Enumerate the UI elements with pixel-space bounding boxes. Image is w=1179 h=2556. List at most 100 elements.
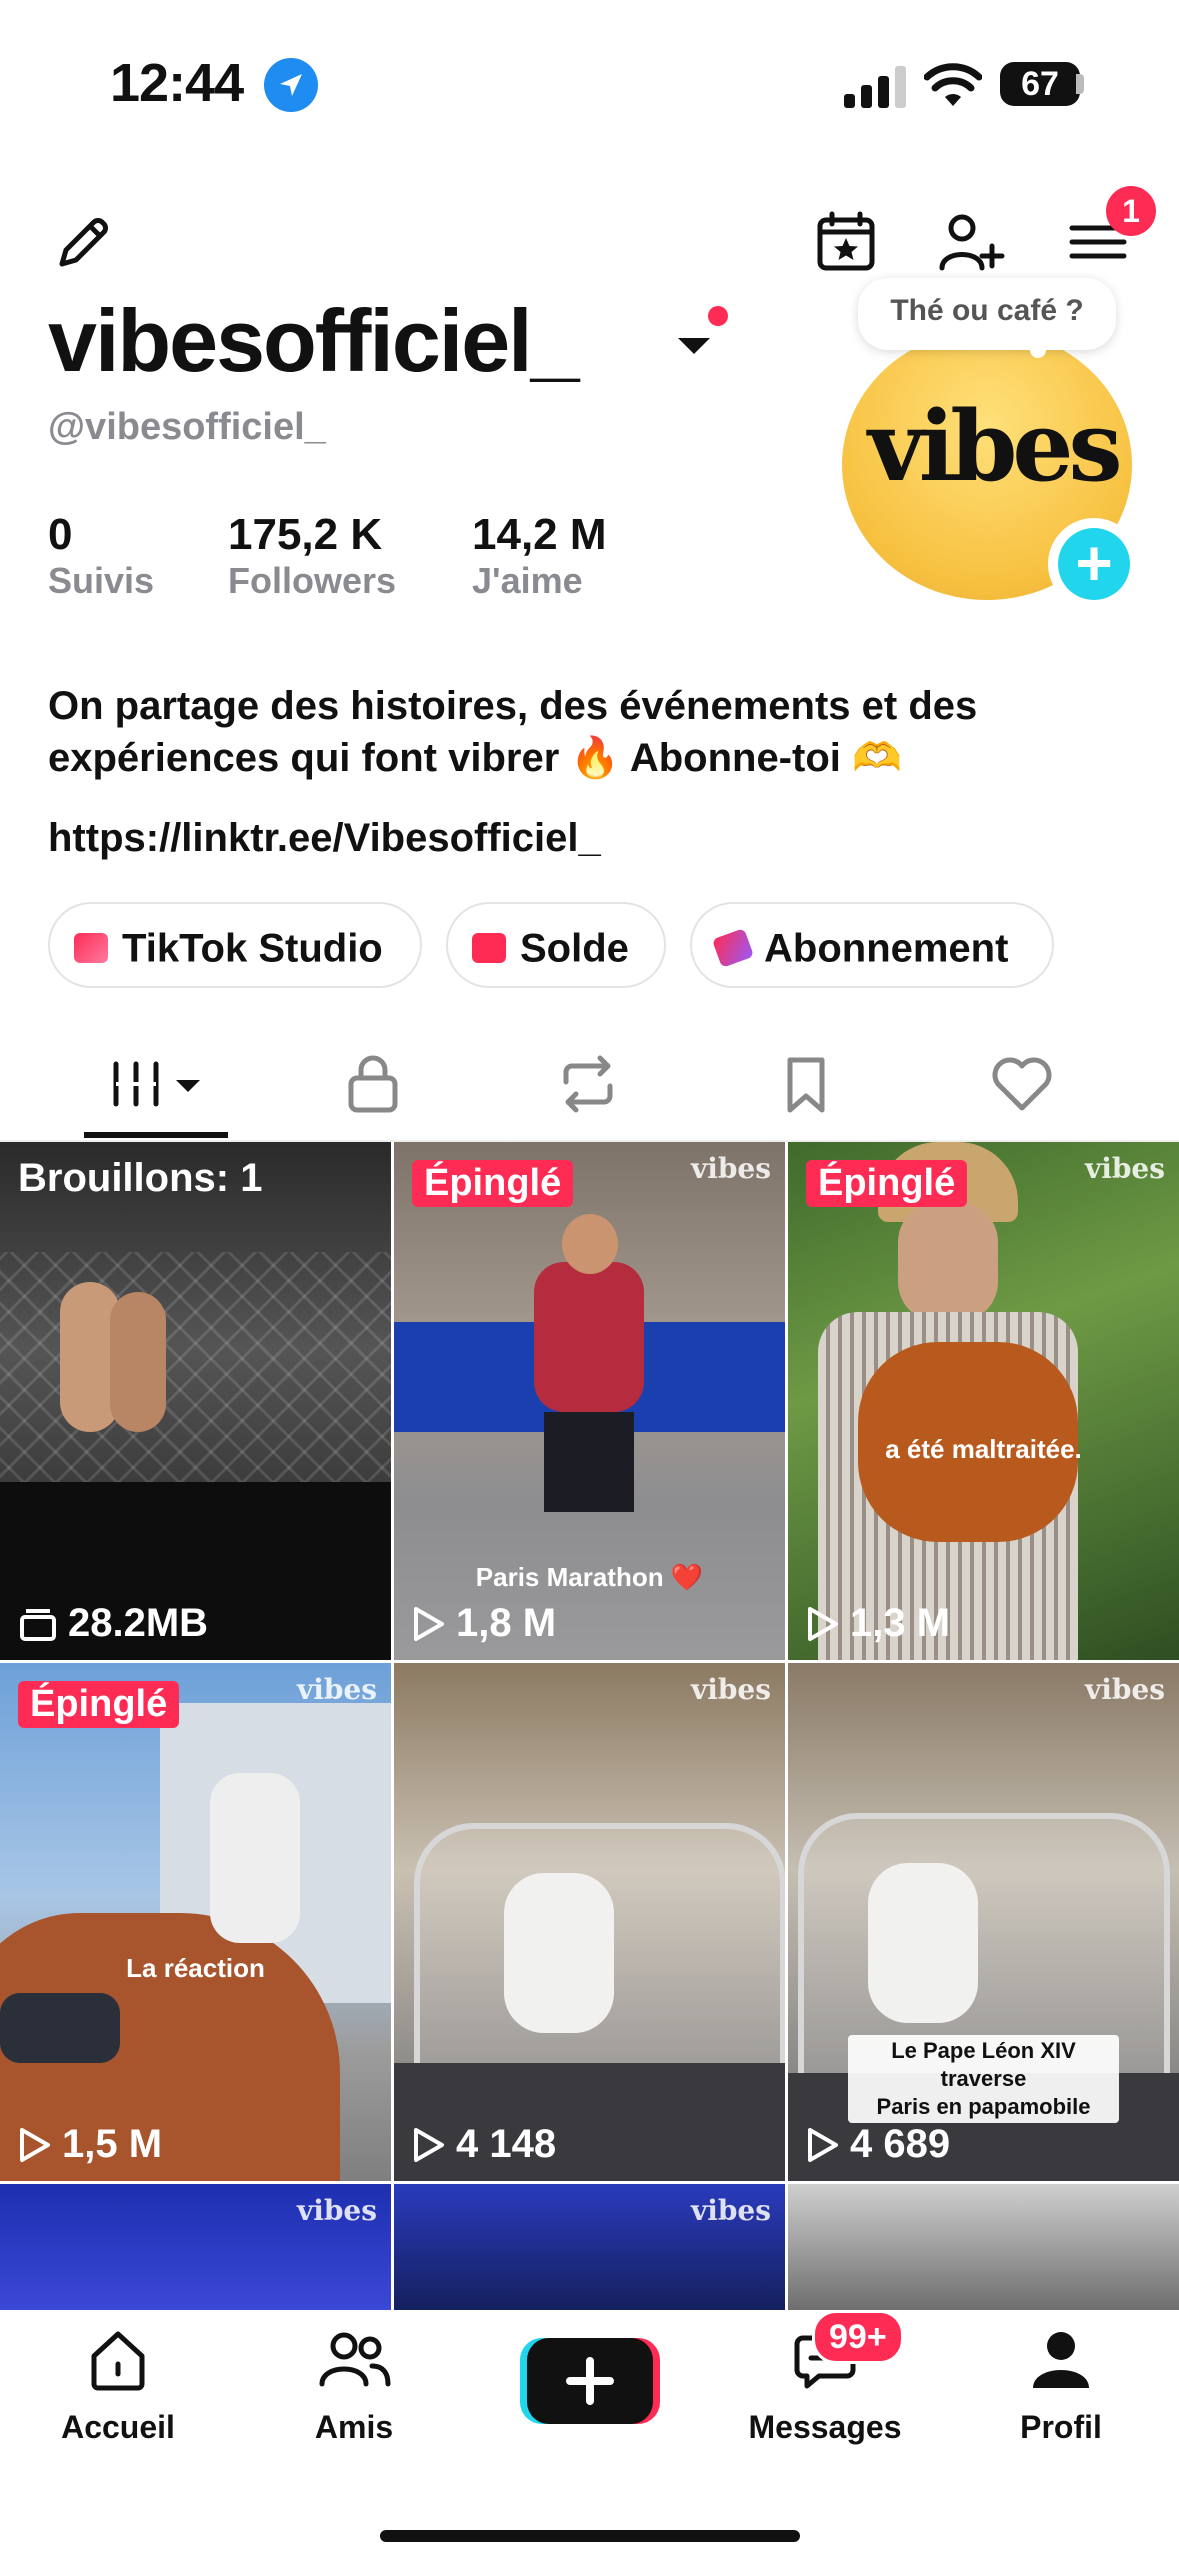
stat-likes-label: J'aime: [472, 560, 583, 601]
caption-line-2: Paris en papamobile: [876, 2094, 1091, 2119]
stat-following[interactable]: 0 Suivis: [48, 510, 154, 602]
balance-button[interactable]: Solde: [446, 902, 666, 988]
nav-messages-label: Messages: [748, 2409, 902, 2445]
active-tab-indicator: [84, 1132, 228, 1138]
nav-friends-label: Amis: [314, 2409, 394, 2445]
tab-liked-heart-icon[interactable]: [986, 1048, 1058, 1120]
tab-favorites-bookmark-icon[interactable]: [770, 1048, 842, 1120]
pinned-badge: Épinglé: [806, 1160, 968, 1207]
stat-followers-label: Followers: [228, 560, 397, 601]
video-tile[interactable]: vibes: [0, 2184, 391, 2310]
drafts-stack-icon: [20, 1608, 56, 1641]
bio-line-2: expériences qui font vibrer 🔥 Abonne-toi…: [48, 736, 902, 780]
battery-indicator: 67: [1000, 62, 1080, 106]
profile-handle: @vibesofficiel_: [48, 406, 326, 448]
video-tile[interactable]: vibes Le Pape Léon XIV traverse Paris en…: [788, 1663, 1179, 2181]
stat-followers-value: 175,2 K: [228, 510, 383, 559]
vibes-watermark: vibes: [1084, 1152, 1165, 1185]
pinned-badge: Épinglé: [412, 1160, 574, 1207]
view-count-value: 1,8 M: [456, 1601, 557, 1645]
tab-private-lock-icon[interactable]: [337, 1048, 409, 1120]
nav-home-label: Accueil: [61, 2409, 175, 2445]
runner-shirt: [534, 1262, 644, 1412]
plus-icon: [566, 2357, 614, 2405]
video-tile[interactable]: vibes 4 148: [394, 1663, 785, 2181]
tab-videos-grid[interactable]: [104, 1048, 214, 1120]
vibes-watermark: vibes: [1084, 1673, 1165, 1706]
profile-username[interactable]: vibesofficiel_: [48, 290, 580, 392]
runner-shorts: [544, 1412, 634, 1512]
rider: [210, 1773, 300, 1943]
nav-profile[interactable]: Profil: [961, 2324, 1161, 2446]
drafts-tile[interactable]: Brouillons: 1 28.2MB: [0, 1142, 391, 1660]
subscription-button[interactable]: Abonnement: [690, 902, 1054, 988]
video-caption: a été maltraitée.: [885, 1434, 1082, 1464]
nav-friends[interactable]: Amis: [254, 2324, 454, 2446]
drafts-size: 28.2MB: [18, 1601, 208, 1646]
view-count: 1,3 M: [806, 1601, 950, 1646]
fighter-figure: [110, 1292, 166, 1432]
chip-label: Abonnement: [764, 926, 1009, 971]
bubble-tail-dot: [1030, 342, 1046, 358]
pope-figure: [868, 1863, 978, 2023]
vibes-watermark: vibes: [296, 2194, 377, 2227]
tiktok-studio-button[interactable]: TikTok Studio: [48, 902, 422, 988]
video-caption: Le Pape Léon XIV traverse Paris en papam…: [848, 2035, 1119, 2123]
video-tile[interactable]: vibes Paris Marathon ❤️ Épinglé 1,8 M: [394, 1142, 785, 1660]
avatar-logo-text: vibes: [868, 390, 1123, 503]
home-indicator: [380, 2530, 800, 2542]
man-face: [898, 1202, 998, 1322]
video-tile[interactable]: vibes: [394, 2184, 785, 2310]
caption-line-1: Le Pape Léon XIV traverse: [891, 2038, 1076, 2091]
drafts-label: Brouillons: 1: [18, 1156, 263, 1200]
nav-home[interactable]: Accueil: [18, 2324, 218, 2446]
cellular-signal-icon: [844, 66, 906, 108]
play-icon: [414, 1606, 444, 1641]
video-tile[interactable]: vibes a été maltraitée. Épinglé 1,3 M: [788, 1142, 1179, 1660]
stat-followers[interactable]: 175,2 K Followers: [228, 510, 396, 602]
nav-profile-label: Profil: [1020, 2409, 1102, 2445]
view-count: 1,8 M: [412, 1601, 556, 1646]
pope-figure: [504, 1873, 614, 2033]
play-icon: [808, 1606, 838, 1641]
stat-likes-value: 14,2 M: [472, 510, 607, 559]
chip-label: Solde: [520, 926, 629, 971]
wallet-icon: [472, 933, 506, 964]
subscription-icon: [711, 928, 755, 969]
stat-likes[interactable]: 14,2 M J'aime: [472, 510, 607, 602]
pinned-badge: Épinglé: [18, 1681, 180, 1728]
friends-icon: [319, 2332, 391, 2387]
calendar-star-icon[interactable]: [810, 206, 882, 278]
wifi-icon: [924, 63, 982, 106]
avatar-note-text: Thé ou café ?: [890, 294, 1084, 327]
profile-bio: On partage des histoires, des événements…: [48, 680, 1128, 784]
view-count: 4 689: [806, 2122, 950, 2167]
video-caption: La réaction: [126, 1953, 265, 1983]
view-count: 4 148: [412, 2122, 556, 2167]
play-icon: [414, 2127, 444, 2162]
view-count-value: 1,3 M: [850, 1601, 951, 1645]
location-arrow-icon: [264, 58, 318, 112]
menu-notification-badge: 1: [1106, 186, 1156, 236]
tiktok-studio-icon: [74, 933, 108, 964]
drafts-size-value: 28.2MB: [68, 1601, 209, 1645]
video-tile[interactable]: vibes La réaction Épinglé 1,5 M: [0, 1663, 391, 2181]
account-switch-caret-icon[interactable]: [676, 334, 712, 358]
new-indicator-dot: [708, 306, 728, 326]
video-tile[interactable]: [788, 2184, 1179, 2310]
runner-head: [562, 1214, 618, 1274]
tab-reposts-icon[interactable]: [552, 1048, 624, 1120]
edit-pencil-icon[interactable]: [48, 206, 120, 278]
stat-following-value: 0: [48, 510, 73, 559]
profile-link[interactable]: https://linktr.ee/Vibesofficiel_: [48, 816, 601, 861]
add-friend-icon[interactable]: [934, 206, 1006, 278]
vibes-watermark: vibes: [690, 2194, 771, 2227]
car: [0, 1993, 120, 2063]
create-button[interactable]: [520, 2338, 660, 2428]
stat-following-label: Suivis: [48, 560, 155, 601]
plus-icon: +: [1058, 528, 1130, 600]
profile-icon: [1033, 2332, 1089, 2388]
view-count-value: 1,5 M: [62, 2122, 163, 2166]
vibes-watermark: vibes: [690, 1673, 771, 1706]
view-count-value: 4 689: [850, 2122, 951, 2166]
